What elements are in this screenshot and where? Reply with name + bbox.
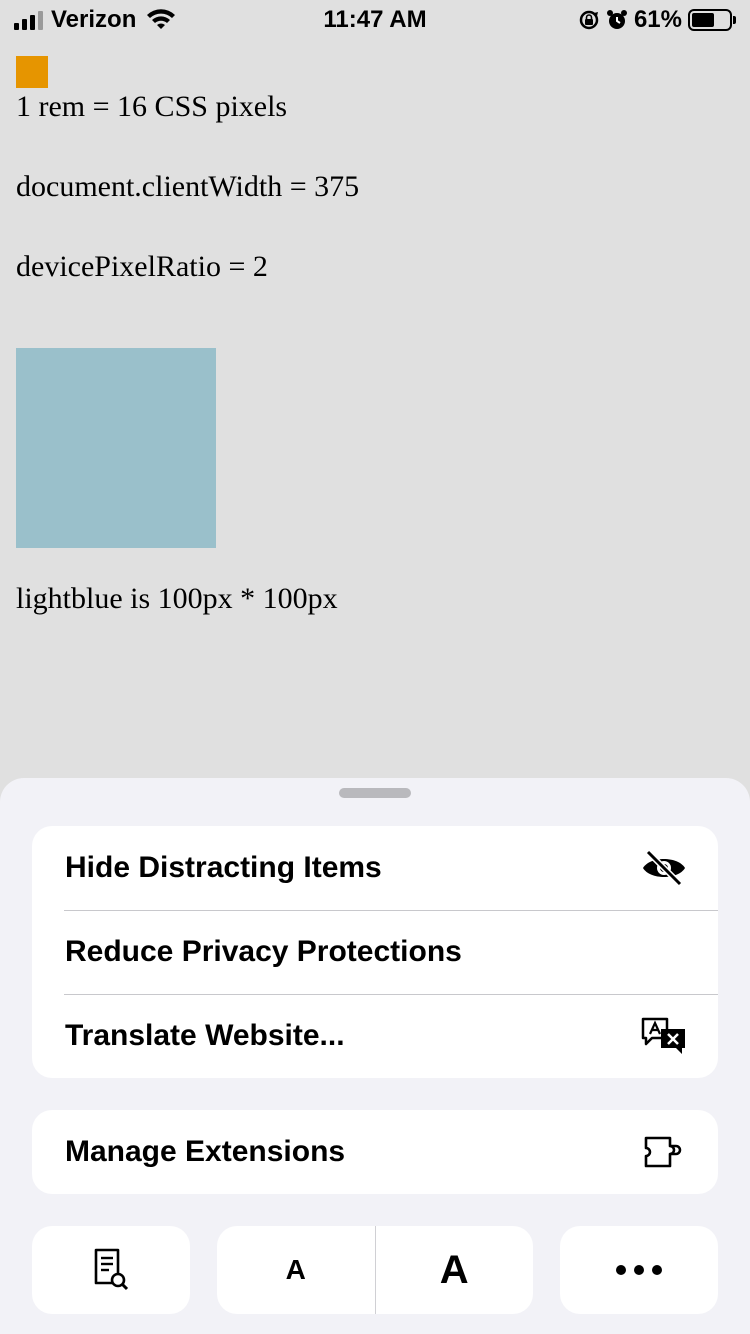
reader-button[interactable] xyxy=(32,1226,190,1314)
orange-square xyxy=(16,56,48,88)
lightblue-size-text: lightblue is 100px * 100px xyxy=(16,582,338,615)
font-size-control: A A xyxy=(217,1226,533,1314)
more-icon xyxy=(616,1265,662,1275)
hide-distracting-items-button[interactable]: Hide Distracting Items xyxy=(32,826,718,910)
menu-item-label: Manage Extensions xyxy=(65,1135,346,1168)
menu-item-label: Translate Website... xyxy=(65,1019,345,1052)
status-right: 61% xyxy=(578,6,736,34)
menu-item-label: Reduce Privacy Protections xyxy=(65,935,462,968)
decrease-font-button[interactable]: A xyxy=(217,1226,375,1314)
status-bar: Verizon 11:47 AM 61% xyxy=(0,0,750,40)
rem-info-text: 1 rem = 16 CSS pixels xyxy=(16,90,288,123)
puzzle-piece-icon xyxy=(644,1136,682,1168)
reduce-privacy-protections-button[interactable]: Reduce Privacy Protections xyxy=(32,910,718,994)
client-width-text: document.clientWidth = 375 xyxy=(16,170,360,203)
manage-extensions-button[interactable]: Manage Extensions xyxy=(32,1110,718,1194)
translate-website-button[interactable]: Translate Website... xyxy=(32,994,718,1078)
battery-percent: 61% xyxy=(633,6,682,33)
sheet-grabber[interactable] xyxy=(339,788,411,798)
more-button[interactable] xyxy=(560,1226,718,1314)
pixel-ratio-text: devicePixelRatio = 2 xyxy=(16,250,268,283)
battery-icon xyxy=(688,9,736,31)
extensions-group: Manage Extensions xyxy=(32,1110,718,1194)
menu-group: Hide Distracting Items Reduce Privacy Pr… xyxy=(32,826,718,1078)
reader-search-icon xyxy=(94,1248,129,1291)
orientation-lock-icon xyxy=(579,10,599,30)
page-menu-sheet: Hide Distracting Items Reduce Privacy Pr… xyxy=(0,778,750,1334)
increase-font-button[interactable]: A xyxy=(374,1226,534,1314)
menu-item-label: Hide Distracting Items xyxy=(65,851,382,884)
lightblue-box xyxy=(16,348,216,548)
eye-slash-icon xyxy=(643,849,685,887)
translate-icon xyxy=(641,1017,685,1054)
alarm-icon xyxy=(606,10,627,29)
